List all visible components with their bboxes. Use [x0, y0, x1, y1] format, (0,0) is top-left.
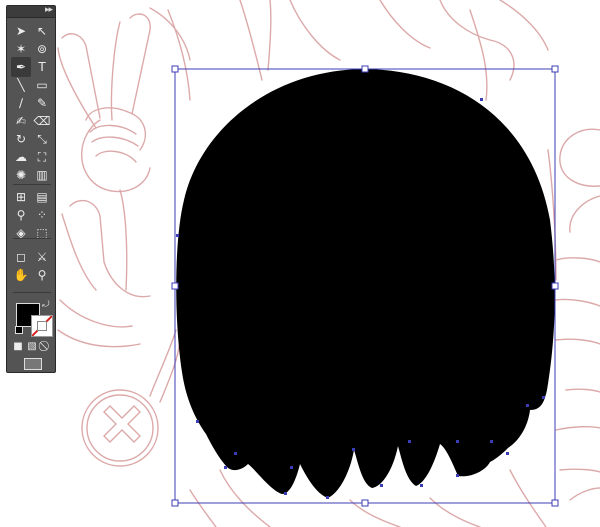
rectangle-tool-icon[interactable]: ▭: [32, 75, 52, 95]
color-mode-icon[interactable]: ■: [11, 340, 25, 354]
handle-top-center[interactable]: [361, 65, 369, 73]
blob-brush-tool-icon[interactable]: ✍: [11, 111, 31, 131]
symbol-sprayer-tool-icon[interactable]: ✺: [11, 165, 31, 185]
magic-wand-tool-icon[interactable]: ✶: [11, 39, 31, 59]
hair-shape[interactable]: [176, 69, 555, 498]
eyedropper-tool-icon[interactable]: ⚲: [11, 205, 31, 225]
swap-fill-stroke-icon[interactable]: ⤾: [42, 300, 50, 310]
mesh-tool-icon[interactable]: ⊞: [11, 187, 31, 207]
slice-tool-icon[interactable]: ⚔: [32, 247, 52, 267]
live-paint-selection-tool-icon[interactable]: ⬚: [32, 223, 52, 243]
handle-top-right[interactable]: [551, 65, 559, 73]
change-screen-mode-icon[interactable]: [24, 358, 42, 370]
tools-panel: ▸▸ ➤↖✶⊚✒T╲▭∕✎✍⌫↻⤡☁⛶✺▥⊞▤⚲⁘◈⬚◻⚔✋⚲ ⤾ ■▧⃠: [6, 5, 56, 373]
rotate-tool-icon[interactable]: ↻: [11, 129, 31, 149]
pen-tool-icon[interactable]: ✒: [11, 57, 31, 77]
free-transform-tool-icon[interactable]: ⛶: [32, 147, 52, 167]
handle-bottom-center[interactable]: [361, 499, 369, 507]
handle-middle-left[interactable]: [171, 282, 179, 290]
warp-tool-icon[interactable]: ☁: [11, 147, 31, 167]
type-tool-icon[interactable]: T: [32, 57, 52, 77]
tool-separator: [13, 238, 51, 239]
handle-bottom-left[interactable]: [171, 499, 179, 507]
handle-middle-right[interactable]: [551, 282, 559, 290]
handle-top-left[interactable]: [171, 65, 179, 73]
gradient-tool-icon[interactable]: ▤: [32, 187, 52, 207]
tools-panel-titlebar[interactable]: ▸▸: [7, 4, 55, 18]
paintbrush-tool-icon[interactable]: ∕: [11, 93, 31, 113]
direct-selection-tool-icon[interactable]: ↖: [32, 21, 52, 41]
hand-tool-icon[interactable]: ✋: [11, 265, 31, 285]
collapse-panel-icon[interactable]: ▸▸: [45, 4, 53, 16]
tool-separator: [13, 292, 51, 293]
default-fill-stroke-icon[interactable]: [15, 326, 23, 334]
scale-tool-icon[interactable]: ⤡: [32, 129, 52, 149]
blend-tool-icon[interactable]: ⁘: [32, 205, 52, 225]
none-mode-icon[interactable]: ⃠: [39, 340, 53, 354]
selection-tool-icon[interactable]: ➤: [11, 21, 31, 41]
handle-bottom-right[interactable]: [551, 499, 559, 507]
pencil-tool-icon[interactable]: ✎: [32, 93, 52, 113]
lasso-tool-icon[interactable]: ⊚: [32, 39, 52, 59]
artboard-canvas[interactable]: [0, 0, 600, 527]
line-segment-tool-icon[interactable]: ╲: [11, 75, 31, 95]
tool-separator: [13, 184, 51, 185]
gradient-mode-icon[interactable]: ▧: [25, 340, 39, 354]
column-graph-tool-icon[interactable]: ▥: [32, 165, 52, 185]
artboard-tool-icon[interactable]: ◻: [11, 247, 31, 267]
stroke-color-swatch[interactable]: [31, 315, 53, 337]
eraser-tool-icon[interactable]: ⌫: [32, 111, 52, 131]
live-paint-bucket-tool-icon[interactable]: ◈: [11, 223, 31, 243]
zoom-tool-icon[interactable]: ⚲: [32, 265, 52, 285]
